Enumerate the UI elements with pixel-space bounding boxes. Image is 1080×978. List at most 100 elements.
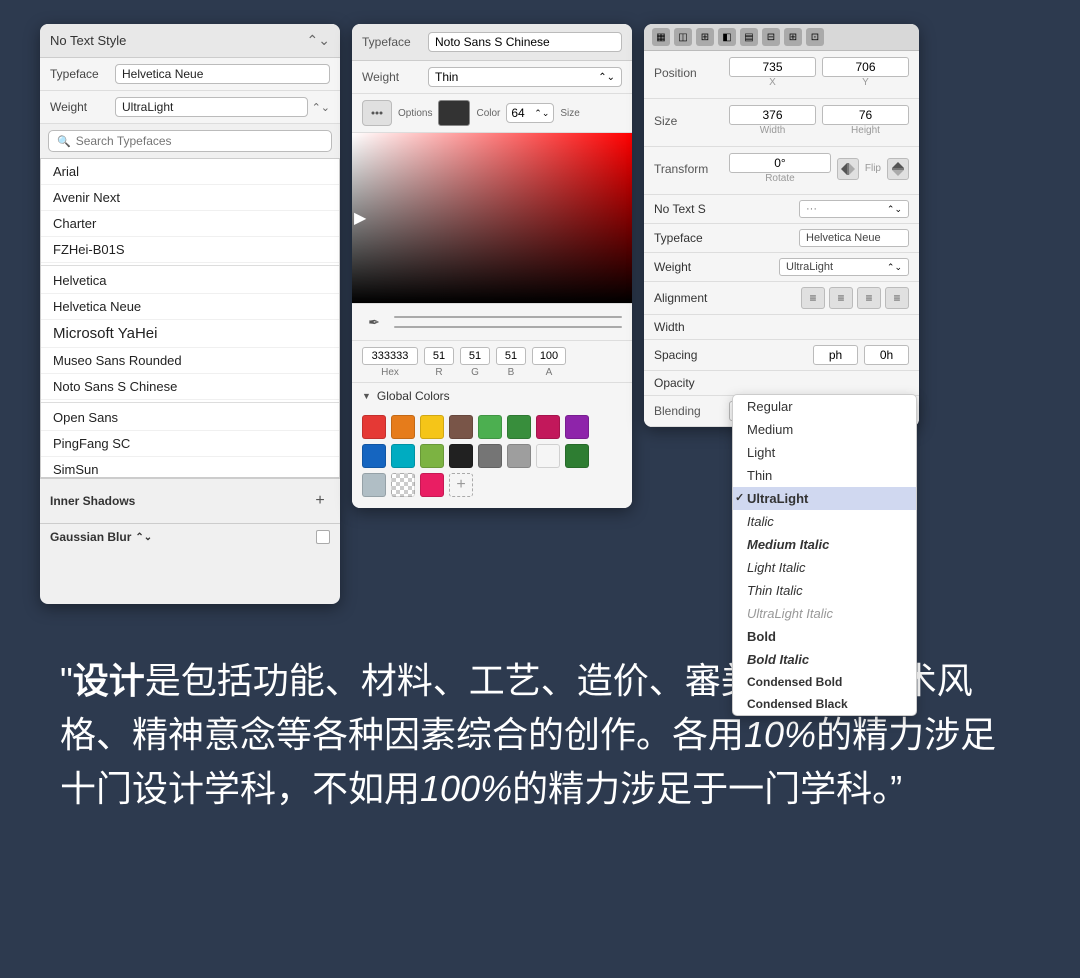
- toolbar-icon-6[interactable]: ⊟: [762, 28, 780, 46]
- typeface-search-bar[interactable]: 🔍: [48, 130, 332, 152]
- toolbar-icon-4[interactable]: ◧: [718, 28, 736, 46]
- dropdown-item-italic[interactable]: Italic: [733, 510, 916, 533]
- gaussian-blur-row: Gaussian Blur ⌃⌄: [40, 523, 340, 550]
- color-swatch-current[interactable]: [438, 100, 470, 126]
- dropdown-item-condensed-bold[interactable]: Condensed Bold: [733, 671, 916, 693]
- search-input[interactable]: [76, 134, 323, 148]
- flip-vertical-button[interactable]: [887, 158, 909, 180]
- swatch[interactable]: [420, 473, 444, 497]
- spacing-inputs: ph 0h: [697, 345, 909, 365]
- list-item[interactable]: Arial: [41, 159, 339, 185]
- align-right-button[interactable]: ≡: [857, 287, 881, 309]
- quote-text-3: 的精力涉足: [816, 714, 996, 755]
- blur-stepper-icon[interactable]: ⌃⌄: [135, 532, 152, 543]
- eyedropper-button[interactable]: ✒: [362, 310, 386, 334]
- inner-shadows-label: Inner Shadows: [50, 494, 135, 508]
- swatch[interactable]: [449, 444, 473, 468]
- blending-label: Blending: [654, 404, 729, 418]
- hue-slider[interactable]: [394, 316, 622, 318]
- list-item[interactable]: Microsoft YaHei: [41, 320, 339, 348]
- dropdown-item-ultralight-italic[interactable]: UltraLight Italic: [733, 602, 916, 625]
- swatch[interactable]: [478, 444, 502, 468]
- add-swatch-button[interactable]: +: [449, 473, 473, 497]
- list-item[interactable]: Avenir Next: [41, 185, 339, 211]
- swatch[interactable]: [420, 415, 444, 439]
- toolbar-icon-7[interactable]: ⊞: [784, 28, 802, 46]
- list-item[interactable]: Open Sans: [41, 402, 339, 431]
- width-input[interactable]: 376: [729, 105, 816, 125]
- toolbar-icon-3[interactable]: ⊞: [696, 28, 714, 46]
- toolbar-icon-5[interactable]: ▤: [740, 28, 758, 46]
- dropdown-item-ultralight[interactable]: ✓ UltraLight: [733, 487, 916, 510]
- r-input[interactable]: 51: [424, 347, 454, 365]
- dropdown-item-condensed-black[interactable]: Condensed Black: [733, 693, 916, 715]
- dropdown-item-bold-italic[interactable]: Bold Italic: [733, 648, 916, 671]
- list-item[interactable]: Helvetica: [41, 265, 339, 294]
- align-center-button[interactable]: ≡: [829, 287, 853, 309]
- rotate-input[interactable]: 0°: [729, 153, 831, 173]
- size-select[interactable]: 64 ⌃⌄: [506, 103, 554, 123]
- align-justify-button[interactable]: ≡: [885, 287, 909, 309]
- x-input[interactable]: 735: [729, 57, 816, 77]
- dropdown-item-medium[interactable]: Medium: [733, 418, 916, 441]
- swatch[interactable]: [565, 444, 589, 468]
- list-item[interactable]: Charter: [41, 211, 339, 237]
- g-input[interactable]: 51: [460, 347, 490, 365]
- transform-section: Transform 0° Rotate: [644, 147, 919, 195]
- a-input[interactable]: 100: [532, 347, 566, 365]
- weight-stepper-icon[interactable]: ⌃⌄: [312, 101, 330, 114]
- swatch[interactable]: [449, 415, 473, 439]
- dropdown-item-bold[interactable]: Bold: [733, 625, 916, 648]
- no-text-style-select[interactable]: ··· ⌃⌄: [799, 200, 909, 218]
- opacity-slider[interactable]: [394, 326, 622, 328]
- panel1-weight-select[interactable]: UltraLight ⌃⌄: [115, 97, 330, 117]
- char-spacing-input[interactable]: 0h: [864, 345, 909, 365]
- add-inner-shadow-button[interactable]: +: [310, 491, 330, 511]
- list-item[interactable]: SimSun: [41, 457, 339, 478]
- swatch[interactable]: [362, 473, 386, 497]
- toolbar-icon-1[interactable]: ▦: [652, 28, 670, 46]
- panel1-stepper-icon[interactable]: ⌃⌄: [307, 32, 330, 49]
- dropdown-item-thin[interactable]: Thin: [733, 464, 916, 487]
- panel1-typeface-value[interactable]: Helvetica Neue: [115, 64, 330, 84]
- list-item[interactable]: Helvetica Neue: [41, 294, 339, 320]
- swatch[interactable]: [362, 415, 386, 439]
- list-item[interactable]: Museo Sans Rounded: [41, 348, 339, 374]
- color-picker-gradient-area[interactable]: ▶: [352, 133, 632, 303]
- swatch-transparent[interactable]: [391, 473, 415, 497]
- list-item[interactable]: FZHei-B01S: [41, 237, 339, 263]
- swatch[interactable]: [362, 444, 386, 468]
- list-item[interactable]: Noto Sans S Chinese: [41, 374, 339, 400]
- line-spacing-input[interactable]: ph: [813, 345, 858, 365]
- toolbar-icon-2[interactable]: ◫: [674, 28, 692, 46]
- swatch[interactable]: [420, 444, 444, 468]
- y-input[interactable]: 706: [822, 57, 909, 77]
- swatch[interactable]: [536, 415, 560, 439]
- swatch[interactable]: [507, 415, 531, 439]
- swatch[interactable]: [536, 444, 560, 468]
- flip-horizontal-button[interactable]: [837, 158, 859, 180]
- swatch[interactable]: [391, 415, 415, 439]
- b-input[interactable]: 51: [496, 347, 526, 365]
- hex-input[interactable]: 333333: [362, 347, 418, 365]
- swatch[interactable]: [565, 415, 589, 439]
- height-input[interactable]: 76: [822, 105, 909, 125]
- dropdown-item-thin-italic[interactable]: Thin Italic: [733, 579, 916, 602]
- panel2-typeface-value[interactable]: Noto Sans S Chinese: [428, 32, 622, 52]
- swatch[interactable]: [507, 444, 531, 468]
- panel3-weight-select[interactable]: UltraLight ⌃⌄: [779, 258, 909, 276]
- dropdown-item-light-italic[interactable]: Light Italic: [733, 556, 916, 579]
- options-button[interactable]: [362, 100, 392, 126]
- toolbar-icon-8[interactable]: ⊡: [806, 28, 824, 46]
- gaussian-blur-checkbox[interactable]: [316, 530, 330, 544]
- swatch[interactable]: [478, 415, 502, 439]
- dropdown-item-light[interactable]: Light: [733, 441, 916, 464]
- swatch[interactable]: [391, 444, 415, 468]
- align-left-button[interactable]: ≡: [801, 287, 825, 309]
- panel2-weight-select[interactable]: Thin ⌃⌄: [428, 67, 622, 87]
- panel3-typeface-select[interactable]: Helvetica Neue: [799, 229, 909, 247]
- dropdown-item-medium-italic[interactable]: Medium Italic: [733, 533, 916, 556]
- list-item[interactable]: PingFang SC: [41, 431, 339, 457]
- dropdown-item-regular[interactable]: Regular: [733, 395, 916, 418]
- panel3-wrapper: ▦ ◫ ⊞ ◧ ▤ ⊟ ⊞ ⊡ Position 735 X: [644, 24, 919, 427]
